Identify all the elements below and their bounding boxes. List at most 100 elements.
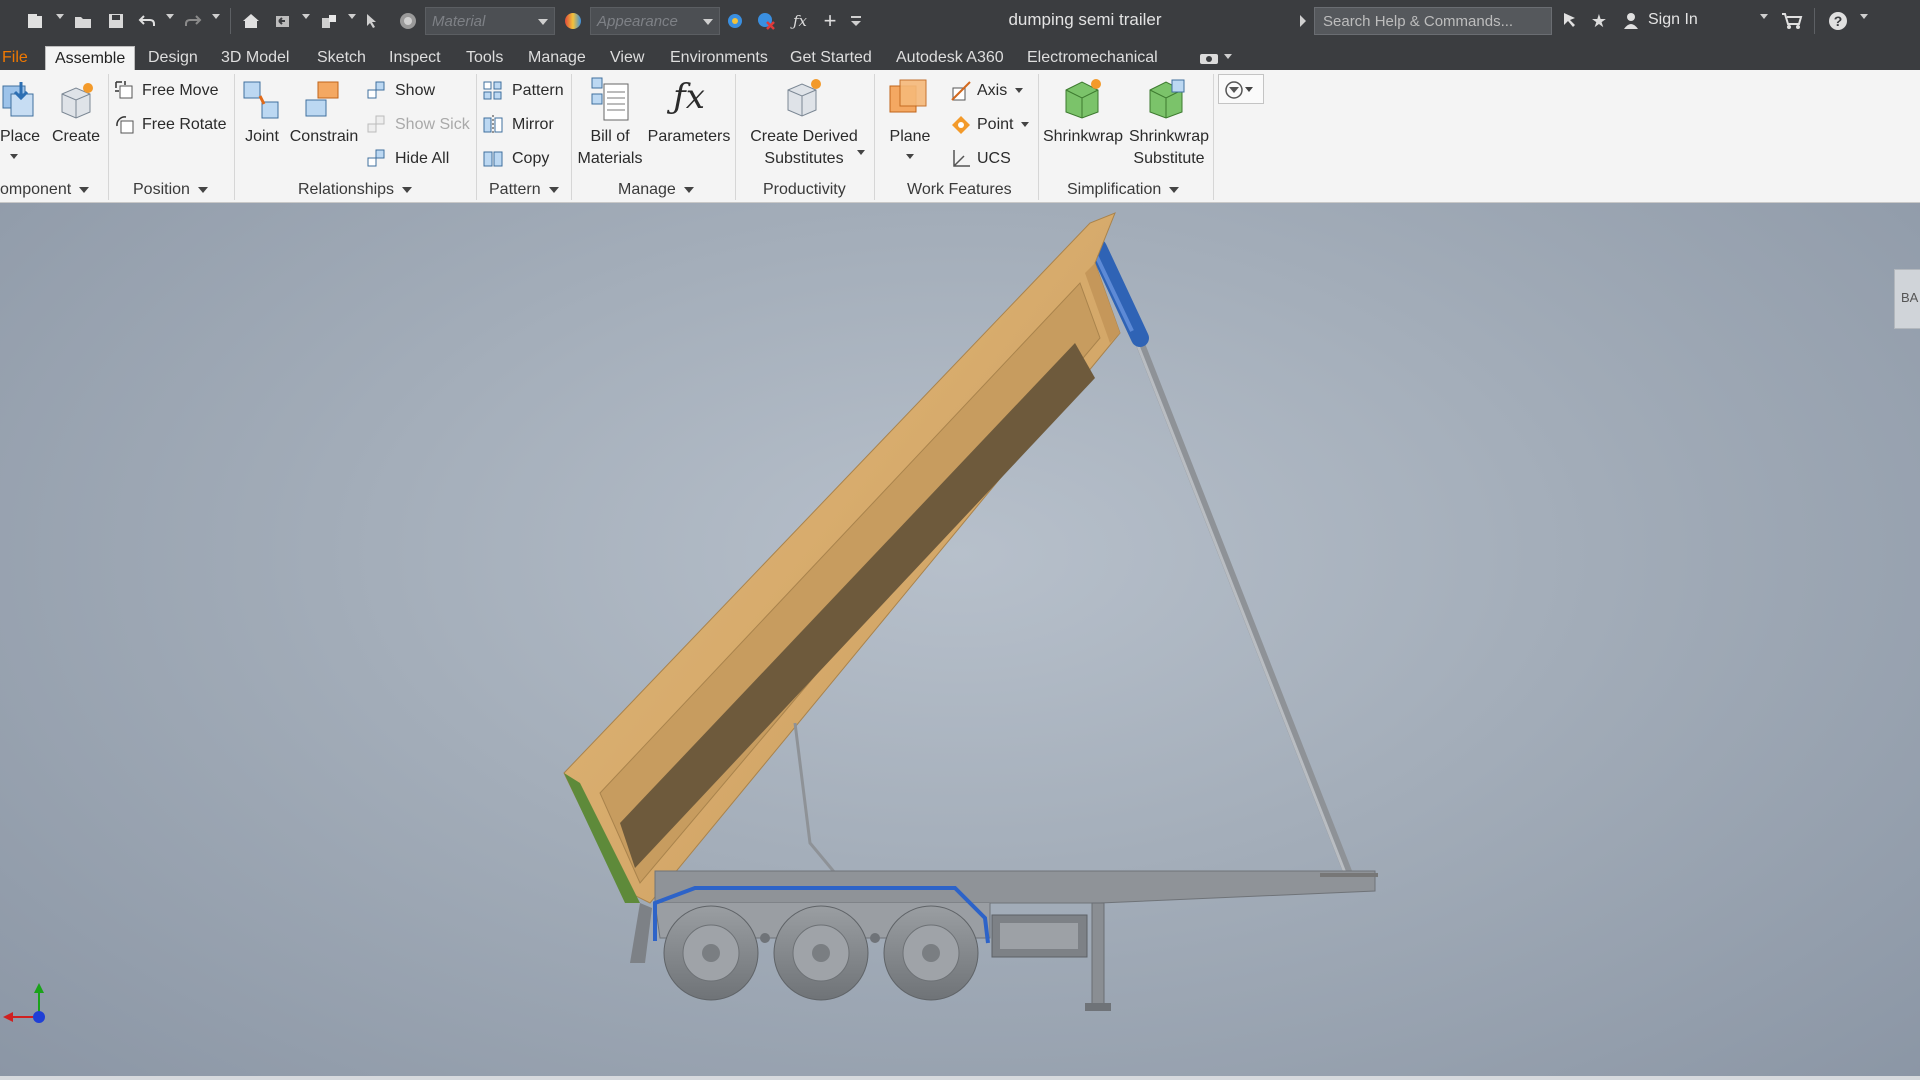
free-move-button[interactable]: Free Move — [142, 80, 218, 102]
create-derived-substitutes-icon[interactable] — [782, 76, 826, 120]
ribbon-options-caret[interactable] — [1224, 54, 1232, 59]
redo-icon[interactable] — [180, 9, 206, 33]
create-derived-dropdown-caret[interactable] — [857, 150, 865, 155]
tab-electromechanical[interactable]: Electromechanical — [1027, 46, 1158, 70]
hide-all-button[interactable]: Hide All — [395, 148, 449, 170]
home-icon[interactable] — [238, 9, 264, 33]
tab-design[interactable]: Design — [148, 46, 198, 70]
parameters-icon[interactable]: ƒx — [665, 72, 713, 122]
sign-in-dropdown-caret[interactable] — [1760, 14, 1768, 19]
search-input[interactable]: Search Help & Commands... — [1314, 7, 1552, 35]
ucs-button[interactable]: UCS — [977, 148, 1011, 170]
return-icon[interactable] — [270, 9, 296, 33]
component-panel-label[interactable]: omponent — [0, 181, 90, 199]
shrinkwrap-substitute-line1[interactable]: Shrinkwrap — [1124, 126, 1214, 148]
camera-icon[interactable] — [1195, 46, 1223, 70]
shrinkwrap-substitute-icon[interactable] — [1146, 76, 1190, 120]
material-icon[interactable] — [395, 9, 421, 33]
return-dropdown-caret[interactable] — [302, 14, 310, 19]
viewcube-tab[interactable]: BA — [1894, 269, 1920, 329]
fx-icon[interactable]: ƒx — [787, 9, 813, 33]
tab-3d-model[interactable]: 3D Model — [221, 46, 289, 70]
constrain-icon[interactable] — [302, 78, 342, 122]
redo-dropdown-caret[interactable] — [212, 14, 220, 19]
toolbox-door — [1000, 923, 1078, 949]
clear-override-icon[interactable] — [753, 9, 779, 33]
add-icon[interactable]: + — [817, 8, 843, 33]
tab-inspect[interactable]: Inspect — [389, 46, 441, 70]
hydraulic-rod-highlight — [1133, 337, 1351, 884]
panel-options-button[interactable] — [1218, 74, 1264, 104]
show-sick-button[interactable]: Show Sick — [395, 114, 470, 136]
cart-icon[interactable] — [1778, 9, 1806, 33]
favorites-icon[interactable]: ★ — [1586, 9, 1612, 33]
help-download-icon[interactable] — [1556, 9, 1582, 33]
shrinkwrap-icon[interactable] — [1062, 76, 1106, 120]
bill-of-materials-button-line2[interactable]: Materials — [570, 148, 650, 170]
plane-icon[interactable] — [888, 76, 932, 120]
relationships-panel-label[interactable]: Relationships — [298, 181, 413, 199]
select-icon[interactable] — [360, 9, 386, 33]
position-panel-label[interactable]: Position — [133, 181, 208, 199]
graphics-viewport[interactable]: BA — [0, 203, 1920, 1080]
help-dropdown-caret[interactable] — [1860, 14, 1868, 19]
pattern-panel-label[interactable]: Pattern — [489, 181, 559, 199]
create-component-icon[interactable] — [56, 80, 96, 120]
axis-button[interactable]: Axis — [977, 80, 1024, 102]
tab-get-started[interactable]: Get Started — [790, 46, 872, 70]
pattern-button[interactable]: Pattern — [512, 80, 564, 102]
constrain-button[interactable]: Constrain — [288, 126, 360, 148]
tab-manage[interactable]: Manage — [528, 46, 586, 70]
joint-button[interactable]: Joint — [234, 126, 290, 148]
ribbon-tab-bar: File Assemble Design 3D Model Sketch Ins… — [0, 42, 1920, 70]
show-button[interactable]: Show — [395, 80, 435, 102]
point-button[interactable]: Point — [977, 114, 1030, 136]
bill-of-materials-icon[interactable] — [590, 76, 630, 122]
create-derived-substitutes-line1[interactable]: Create Derived — [742, 126, 866, 148]
tab-sketch[interactable]: Sketch — [317, 46, 366, 70]
update-icon[interactable] — [316, 9, 342, 33]
open-icon[interactable] — [70, 9, 96, 33]
appearance-combo[interactable]: Appearance — [590, 7, 720, 35]
bill-of-materials-button-line1[interactable]: Bill of — [570, 126, 650, 148]
mirror-button[interactable]: Mirror — [512, 114, 554, 136]
tab-view[interactable]: View — [610, 46, 644, 70]
tab-assemble[interactable]: Assemble — [45, 46, 136, 70]
shrinkwrap-button[interactable]: Shrinkwrap — [1038, 126, 1128, 148]
new-icon[interactable] — [22, 9, 48, 33]
user-icon[interactable] — [1620, 9, 1642, 33]
place-dropdown-caret[interactable] — [10, 154, 18, 159]
plane-button[interactable]: Plane — [878, 126, 942, 148]
tab-tools[interactable]: Tools — [466, 46, 503, 70]
copy-button[interactable]: Copy — [512, 148, 549, 170]
help-icon[interactable]: ? — [1824, 9, 1852, 33]
adjust-icon[interactable] — [722, 9, 748, 33]
undo-dropdown-caret[interactable] — [166, 14, 174, 19]
search-chevron-icon[interactable] — [1296, 9, 1310, 33]
simplification-panel-label[interactable]: Simplification — [1067, 181, 1180, 199]
place-icon[interactable] — [1, 80, 41, 120]
shrinkwrap-substitute-line2[interactable]: Substitute — [1124, 148, 1214, 170]
sign-in-link[interactable]: Sign In — [1648, 11, 1698, 29]
tab-autodesk-a360[interactable]: Autodesk A360 — [896, 46, 1004, 70]
plane-dropdown-caret[interactable] — [906, 154, 914, 159]
create-derived-substitutes-line2[interactable]: Substitutes — [742, 148, 866, 170]
panel-divider — [1213, 74, 1214, 200]
create-button[interactable]: Create — [44, 126, 108, 148]
save-icon[interactable] — [103, 9, 129, 33]
place-button[interactable]: Place — [0, 126, 40, 148]
free-rotate-button[interactable]: Free Rotate — [142, 114, 226, 136]
trailer-model[interactable] — [0, 203, 1920, 1080]
customize-icon[interactable] — [845, 9, 867, 33]
manage-panel-label[interactable]: Manage — [618, 181, 694, 199]
tab-environments[interactable]: Environments — [670, 46, 768, 70]
appearance-icon[interactable] — [560, 9, 586, 33]
tab-file[interactable]: File — [2, 46, 28, 70]
material-combo[interactable]: Material — [425, 7, 555, 35]
update-dropdown-caret[interactable] — [348, 14, 356, 19]
joint-icon[interactable] — [242, 78, 282, 122]
parameters-button[interactable]: Parameters — [646, 126, 732, 148]
undo-icon[interactable] — [134, 9, 160, 33]
new-dropdown-caret[interactable] — [56, 14, 64, 19]
mirror-icon — [483, 115, 503, 135]
